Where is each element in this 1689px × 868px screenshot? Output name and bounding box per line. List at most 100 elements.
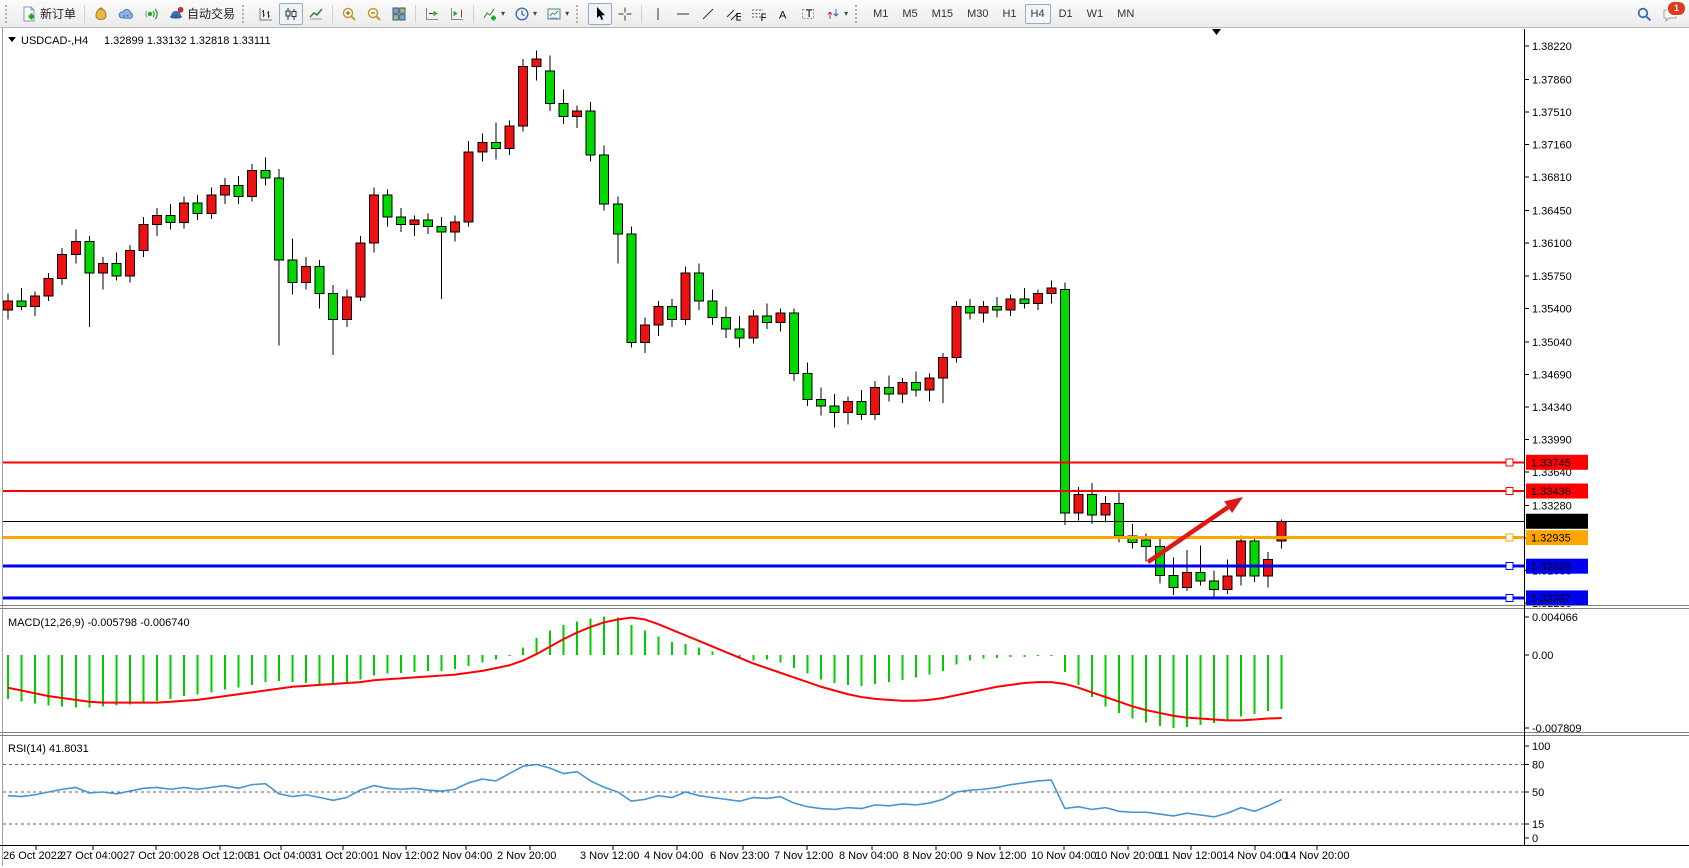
tab-timeframe-d1[interactable]: D1 [1053, 4, 1079, 24]
toolbar-grip[interactable] [5, 5, 13, 23]
svg-text:T: T [806, 8, 813, 20]
chart-shift-button[interactable] [445, 3, 469, 25]
candle-body [640, 325, 649, 343]
chart-type-candles-button[interactable] [279, 3, 303, 25]
bar-chart-icon [258, 6, 274, 22]
tab-timeframe-h4[interactable]: H4 [1025, 4, 1051, 24]
text-label-button[interactable]: T [796, 3, 820, 25]
price-line-handle[interactable] [1506, 563, 1513, 570]
candle-body [410, 220, 419, 225]
chart-title-ohlc: 1.32899 1.33132 1.32818 1.33111 [104, 35, 271, 47]
price-line-handle[interactable] [1506, 459, 1513, 466]
toolbar-separator [332, 5, 333, 23]
auto-scroll-button[interactable] [420, 3, 444, 25]
chart-canvas[interactable]: USDCAD-,H4 1.32899 1.33132 1.32818 1.331… [0, 0, 1689, 868]
search-button[interactable] [1632, 3, 1656, 25]
zoom-in-button[interactable] [337, 3, 361, 25]
data-window-button[interactable] [114, 3, 138, 25]
svg-text:E: E [736, 11, 742, 22]
candle-body [600, 155, 609, 204]
price-flag-label: 1.33436 [1531, 486, 1571, 498]
market-watch-button[interactable] [89, 3, 113, 25]
toolbar-right-tools: 1 [1632, 3, 1686, 25]
candle-body [58, 254, 67, 278]
tile-windows-button[interactable] [387, 3, 411, 25]
toolbar-grip[interactable] [855, 5, 863, 23]
price-line-handle[interactable] [1506, 488, 1513, 495]
macd-axis-label: 0.00 [1532, 650, 1553, 662]
candle-body [1223, 576, 1232, 589]
channel-button[interactable]: E [721, 3, 745, 25]
time-axis-label: 27 Oct 20:00 [123, 850, 186, 862]
new-order-button[interactable]: 新订单 [17, 3, 80, 25]
price-axis-label: 1.37860 [1532, 74, 1572, 86]
subwindow-marker-icon[interactable] [1212, 29, 1221, 35]
indicators-button[interactable]: ▾ [478, 3, 509, 25]
periods-button[interactable]: ▾ [510, 3, 541, 25]
main-toolbar: 新订单 自动交易 [0, 0, 1689, 28]
chart-shift-icon [449, 6, 465, 22]
chart-type-line-button[interactable] [304, 3, 328, 25]
trend-arrow[interactable] [1148, 507, 1228, 562]
candle-body [247, 171, 256, 197]
toolbar-grip[interactable] [576, 5, 584, 23]
zoom-out-button[interactable] [362, 3, 386, 25]
candle-body [1169, 575, 1178, 587]
candle-body [776, 313, 785, 322]
signals-button[interactable] [139, 3, 163, 25]
time-axis-label: 8 Nov 04:00 [839, 850, 898, 862]
crosshair-button[interactable] [613, 3, 637, 25]
horizontal-line-button[interactable] [671, 3, 695, 25]
candle-body [1182, 573, 1191, 588]
candle-body [911, 383, 920, 390]
candle-body [505, 126, 514, 148]
chart-type-bars-button[interactable] [254, 3, 278, 25]
vertical-line-button[interactable] [646, 3, 670, 25]
cursor-button[interactable] [588, 3, 612, 25]
fibonacci-button[interactable]: F [746, 3, 770, 25]
autotrading-button[interactable]: 自动交易 [164, 3, 239, 25]
price-line-handle[interactable] [1506, 594, 1513, 601]
tab-timeframe-m15[interactable]: M15 [926, 4, 959, 24]
candle-body [261, 171, 270, 178]
arrows-button[interactable]: ▾ [821, 3, 852, 25]
trendline-button[interactable] [696, 3, 720, 25]
price-axis-label: 1.34340 [1532, 402, 1572, 414]
chevron-down-icon: ▾ [533, 10, 537, 18]
notifications-button[interactable]: 1 [1662, 4, 1682, 24]
candle-body [1060, 290, 1069, 513]
candle-body [193, 203, 202, 213]
time-axis-label: 2 Nov 20:00 [497, 850, 556, 862]
time-axis-label: 4 Nov 04:00 [644, 850, 703, 862]
candle-body [220, 186, 229, 195]
candle-body [695, 273, 704, 301]
ohlc-toggle-icon[interactable] [8, 37, 16, 42]
tab-timeframe-h1[interactable]: H1 [996, 4, 1022, 24]
time-axis-label: 8 Nov 20:00 [903, 850, 962, 862]
tab-timeframe-m30[interactable]: M30 [961, 4, 994, 24]
candle-body [762, 316, 771, 323]
chevron-down-icon: ▾ [844, 10, 848, 18]
candle-body [17, 301, 26, 307]
price-flag-label: 1.33111 [1531, 516, 1569, 528]
candle-body [383, 195, 392, 217]
templates-button[interactable]: ▾ [542, 3, 573, 25]
candle-body [722, 318, 731, 329]
text-label-icon: T [800, 6, 816, 22]
text-button[interactable]: A [771, 3, 795, 25]
tab-timeframe-w1[interactable]: W1 [1081, 4, 1110, 24]
time-axis-label: 9 Nov 12:00 [967, 850, 1026, 862]
toolbar-grip[interactable] [242, 5, 250, 23]
tab-timeframe-m5[interactable]: M5 [896, 4, 923, 24]
price-line-handle[interactable] [1506, 534, 1513, 541]
candle-body [898, 383, 907, 394]
price-axis-label: 1.36100 [1532, 238, 1572, 250]
tab-timeframe-m1[interactable]: M1 [867, 4, 894, 24]
text-a-icon: A [775, 6, 791, 22]
rsi-axis-label: 80 [1532, 759, 1544, 771]
candle-body [884, 387, 893, 394]
candle-body [85, 241, 94, 273]
green-signal-icon [143, 6, 159, 22]
candle-body [803, 373, 812, 399]
tab-timeframe-mn[interactable]: MN [1111, 4, 1140, 24]
